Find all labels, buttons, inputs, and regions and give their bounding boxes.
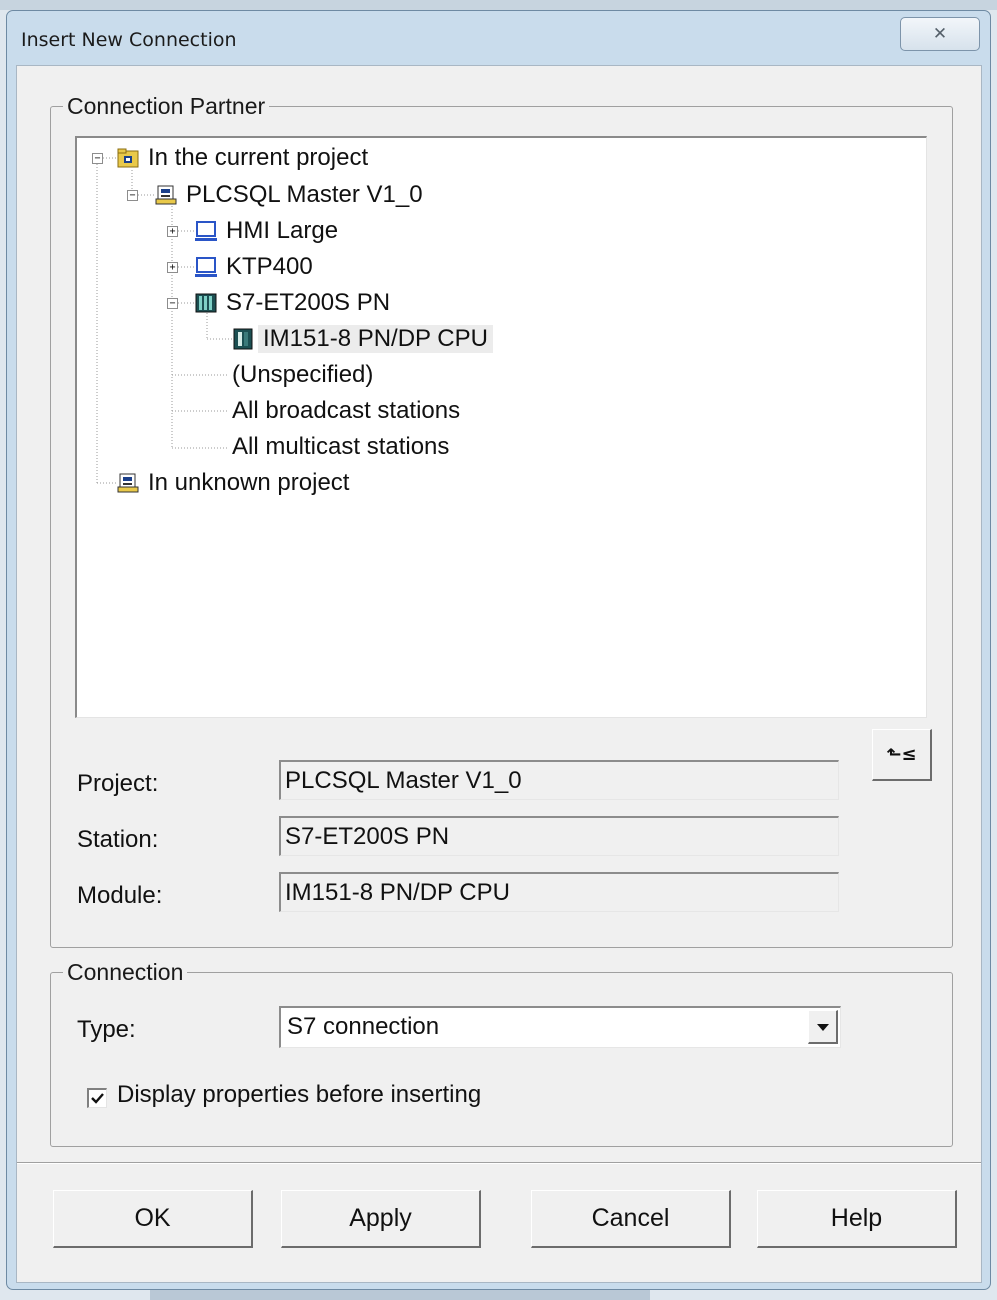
connection-group: Connection [50,957,953,1147]
connection-type-select[interactable]: S7 connection [279,1006,841,1048]
type-label: Type: [77,1016,136,1043]
module-field: IM151-8 PN/DP CPU [279,872,839,912]
tree-node-ktp400[interactable]: KTP400 [195,250,318,284]
cancel-button[interactable]: Cancel [531,1190,731,1248]
connection-legend: Connection [63,957,188,987]
project-station-icon [117,472,139,494]
collapse-plcsql-master-toggle[interactable]: − [127,190,138,201]
connection-partner-legend: Connection Partner [63,91,270,121]
tree-node-plcsql-master[interactable]: PLCSQL Master V1_0 [155,178,428,212]
partner-tree[interactable]: − − + + − In the current project PLCSQL … [75,136,927,718]
go-to-selection-button[interactable]: ⬑≤ [872,729,932,781]
collapse-et200s-toggle[interactable]: − [167,298,178,309]
collapse-current-project-toggle[interactable]: − [92,153,103,164]
desktop-background-strip [0,0,997,10]
project-label: Project: [77,770,159,797]
chevron-down-icon [816,1023,829,1031]
folder-project-icon [117,147,139,169]
project-field: PLCSQL Master V1_0 [279,760,839,800]
help-button[interactable]: Help [757,1190,957,1248]
dropdown-arrow-button[interactable] [808,1010,838,1044]
hmi-monitor-icon [195,256,217,278]
goto-icon: ⬑≤ [886,744,917,765]
display-properties-checkbox[interactable] [87,1088,107,1108]
tree-node-broadcast[interactable]: All broadcast stations [227,394,465,428]
project-station-icon [155,184,177,206]
tree-node-current-project[interactable]: In the current project [117,141,373,175]
tree-node-unspecified[interactable]: (Unspecified) [227,358,378,392]
hmi-monitor-icon [195,220,217,242]
module-label: Module: [77,882,163,909]
tree-node-hmi-large[interactable]: HMI Large [195,214,343,248]
apply-button[interactable]: Apply [281,1190,481,1248]
display-properties-label[interactable]: Display properties before inserting [117,1081,481,1109]
tree-node-unknown-project[interactable]: In unknown project [117,466,354,500]
close-icon: ✕ [932,24,948,44]
station-field: S7-ET200S PN [279,816,839,856]
close-button[interactable]: ✕ [900,17,980,51]
expand-ktp400-toggle[interactable]: + [167,262,178,273]
station-label: Station: [77,826,159,853]
title-bar: Insert New Connection ✕ [7,11,990,63]
button-separator [17,1162,981,1164]
expand-hmi-large-toggle[interactable]: + [167,226,178,237]
tree-node-et200s[interactable]: S7-ET200S PN [195,286,395,320]
connection-type-value: S7 connection [287,1013,440,1040]
cpu-module-icon [232,328,254,350]
tree-node-multicast[interactable]: All multicast stations [227,430,454,464]
dialog-client-area: Connection Partner − − + + − In the curr… [16,65,982,1283]
ok-button[interactable]: OK [53,1190,253,1248]
checkmark-icon [91,1093,104,1104]
dialog-title: Insert New Connection [21,29,237,51]
plc-rack-icon [195,292,217,314]
insert-connection-dialog: Insert New Connection ✕ Connection Partn… [6,10,991,1290]
tree-node-im151[interactable]: IM151-8 PN/DP CPU [232,322,493,356]
